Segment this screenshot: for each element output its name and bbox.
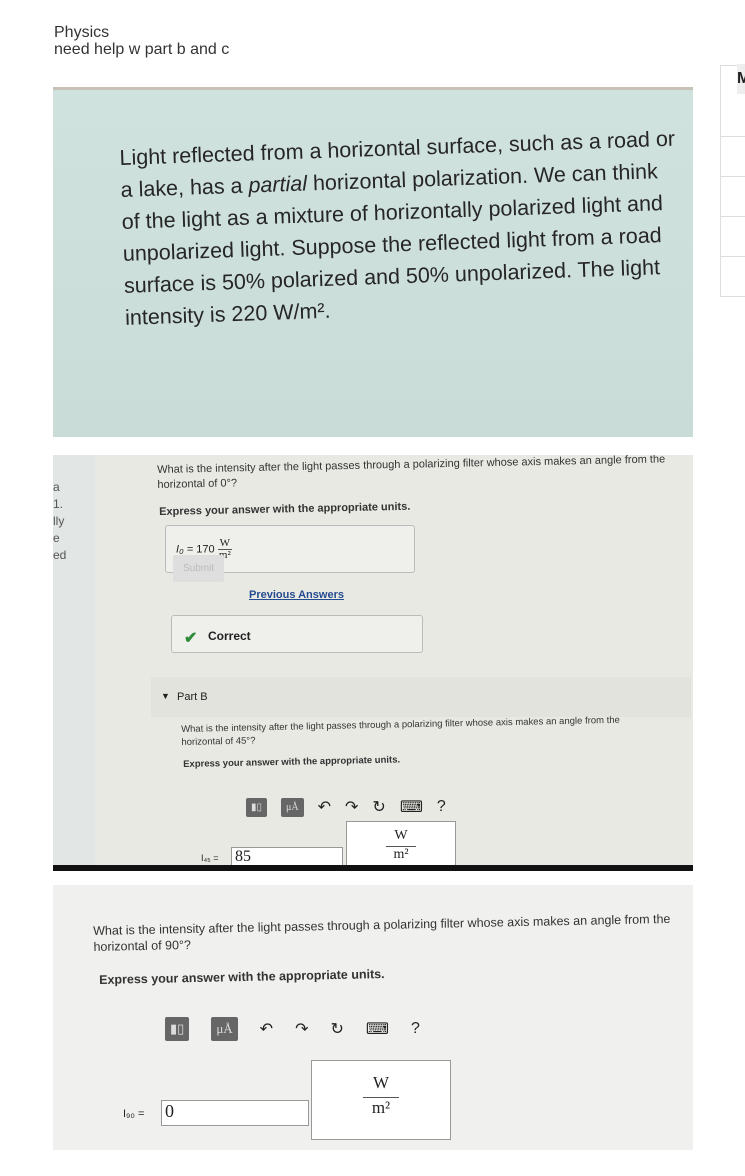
reset-icon[interactable]: ↻ (372, 797, 385, 817)
sidebar-letter: M (737, 64, 745, 94)
check-icon: ✔ (184, 630, 198, 647)
photo-part-c: What is the intensity after the light pa… (53, 885, 693, 1150)
question-title: need help w part b and c (54, 41, 230, 58)
photo-part-a-b: a 1. lly e ed What is the intensity after th… (53, 455, 693, 871)
units-button[interactable]: μÅ (281, 797, 304, 817)
help-icon[interactable]: ? (437, 798, 446, 816)
keyboard-icon[interactable]: ⌨ (400, 797, 423, 817)
undo-icon[interactable]: ↶ (260, 1019, 273, 1039)
redo-icon[interactable]: ↷ (295, 1019, 308, 1039)
part-b-instruction: Express your answer with the appropriate… (183, 754, 401, 770)
math-toolbar: ▮▯ μÅ ↶ ↷ ↻ ⌨ ? (246, 797, 446, 817)
sidebar-panel: M (720, 64, 745, 297)
part-c-question: What is the intensity after the light pa… (93, 911, 671, 954)
collapse-caret-icon: ▼ (161, 691, 170, 701)
subject-label: Physics (54, 24, 110, 41)
part-b-question: What is the intensity after the light pa… (181, 714, 620, 748)
part-a-question: What is the intensity after the light pa… (157, 455, 666, 491)
part-c-unit-input[interactable]: Wm² (311, 1060, 451, 1140)
template-icon[interactable]: ▮▯ (165, 1017, 190, 1041)
problem-text: Light reflected from a horizontal surfac… (119, 126, 676, 330)
submit-button[interactable]: Submit (173, 555, 225, 582)
photo-problem-statement: Light reflected from a horizontal surfac… (53, 87, 693, 437)
help-icon[interactable]: ? (411, 1020, 420, 1038)
feedback-box: ✔ Correct (171, 615, 423, 653)
undo-icon[interactable]: ↶ (318, 797, 331, 817)
units-button[interactable]: μÅ (211, 1017, 238, 1041)
reset-icon[interactable]: ↻ (330, 1019, 343, 1039)
part-a-instruction: Express your answer with the appropriate… (159, 500, 411, 518)
math-toolbar: ▮▯ μÅ ↶ ↷ ↻ ⌨ ? (165, 1017, 420, 1041)
keyboard-icon[interactable]: ⌨ (366, 1019, 389, 1039)
part-b-header[interactable]: ▼ Part B (151, 677, 691, 717)
part-c-value-input[interactable]: 0 (161, 1100, 309, 1126)
part-b-unit-input[interactable]: Wm² (346, 821, 456, 871)
previous-answers-link[interactable]: Previous Answers (249, 589, 344, 601)
redo-icon[interactable]: ↷ (345, 797, 358, 817)
part-c-instruction: Express your answer with the appropriate… (99, 967, 385, 987)
template-icon[interactable]: ▮▯ (246, 797, 268, 817)
cut-sidebar-text: a 1. lly e ed (53, 455, 95, 871)
